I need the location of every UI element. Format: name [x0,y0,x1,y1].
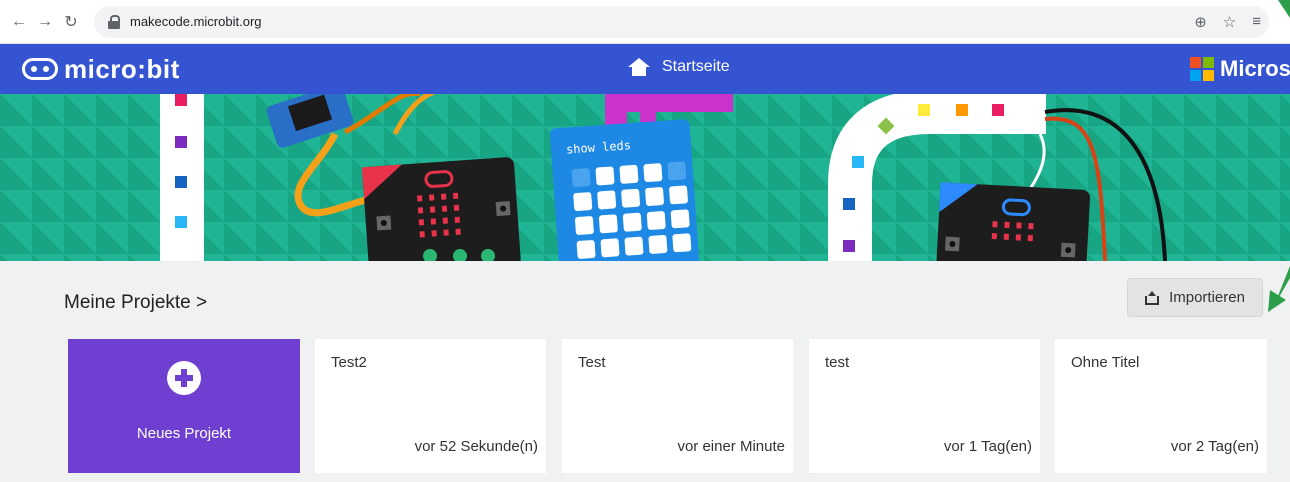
microbit-logo-icon [22,58,58,80]
project-cards: Neues Projekt Test2 vor 52 Sekunde(n) Te… [68,339,1290,482]
zoom-icon[interactable]: ⊕ [1194,13,1207,31]
address-bar[interactable]: makecode.microbit.org ⊕ ☆ ≡ [94,5,1269,38]
project-time: vor 52 Sekunde(n) [414,438,538,455]
project-name: Test2 [331,354,367,371]
logo-text: micro:bit [64,54,180,84]
project-time: vor 1 Tag(en) [943,438,1032,455]
url-text[interactable]: makecode.microbit.org [130,14,262,29]
home-label: Startseite [662,58,730,75]
lock-icon[interactable] [108,14,120,29]
home-button[interactable]: Startseite [628,58,730,76]
import-label: Importieren [1169,289,1245,306]
annotation-arrow-icon [1278,0,1290,18]
app-header: micro:bit Startseite Micros [0,44,1290,94]
microbit-logo[interactable]: micro:bit [22,54,180,84]
project-time: vor einer Minute [677,438,785,455]
plus-icon [167,361,201,395]
project-card[interactable]: Test2 vor 52 Sekunde(n) [315,339,546,473]
project-card[interactable]: test vor 1 Tag(en) [809,339,1040,473]
back-arrow-icon[interactable]: ← [6,13,32,31]
forward-arrow-icon[interactable]: → [32,13,58,31]
project-time: vor 2 Tag(en) [1170,438,1259,455]
microsoft-logo-icon [1190,57,1214,81]
reload-icon[interactable]: ↻ [58,12,84,32]
project-card[interactable]: Ohne Titel vor 2 Tag(en) [1055,339,1267,473]
home-icon [628,58,650,76]
annotation-arrow-icon [1268,266,1290,312]
reading-list-icon[interactable]: ≡ [1252,13,1261,30]
microsoft-logo[interactable]: Micros [1190,56,1290,82]
microsoft-text: Micros [1220,56,1290,81]
project-name: test [825,354,850,371]
hero-banner: show leds [0,94,1290,261]
banner-illustration: show leds [0,94,1290,261]
project-name: Ohne Titel [1071,354,1140,371]
project-card[interactable]: Test vor einer Minute [562,339,793,473]
new-project-label: Neues Projekt [136,425,232,442]
upload-icon [1145,290,1160,305]
project-name: Test [578,354,606,371]
my-projects-link[interactable]: Meine Projekte > [64,292,207,314]
browser-toolbar: ← → ↻ makecode.microbit.org ⊕ ☆ ≡ [0,0,1290,44]
import-button[interactable]: Importieren [1127,278,1263,317]
bookmark-star-icon[interactable]: ☆ [1223,13,1236,31]
new-project-card[interactable]: Neues Projekt [68,339,300,473]
